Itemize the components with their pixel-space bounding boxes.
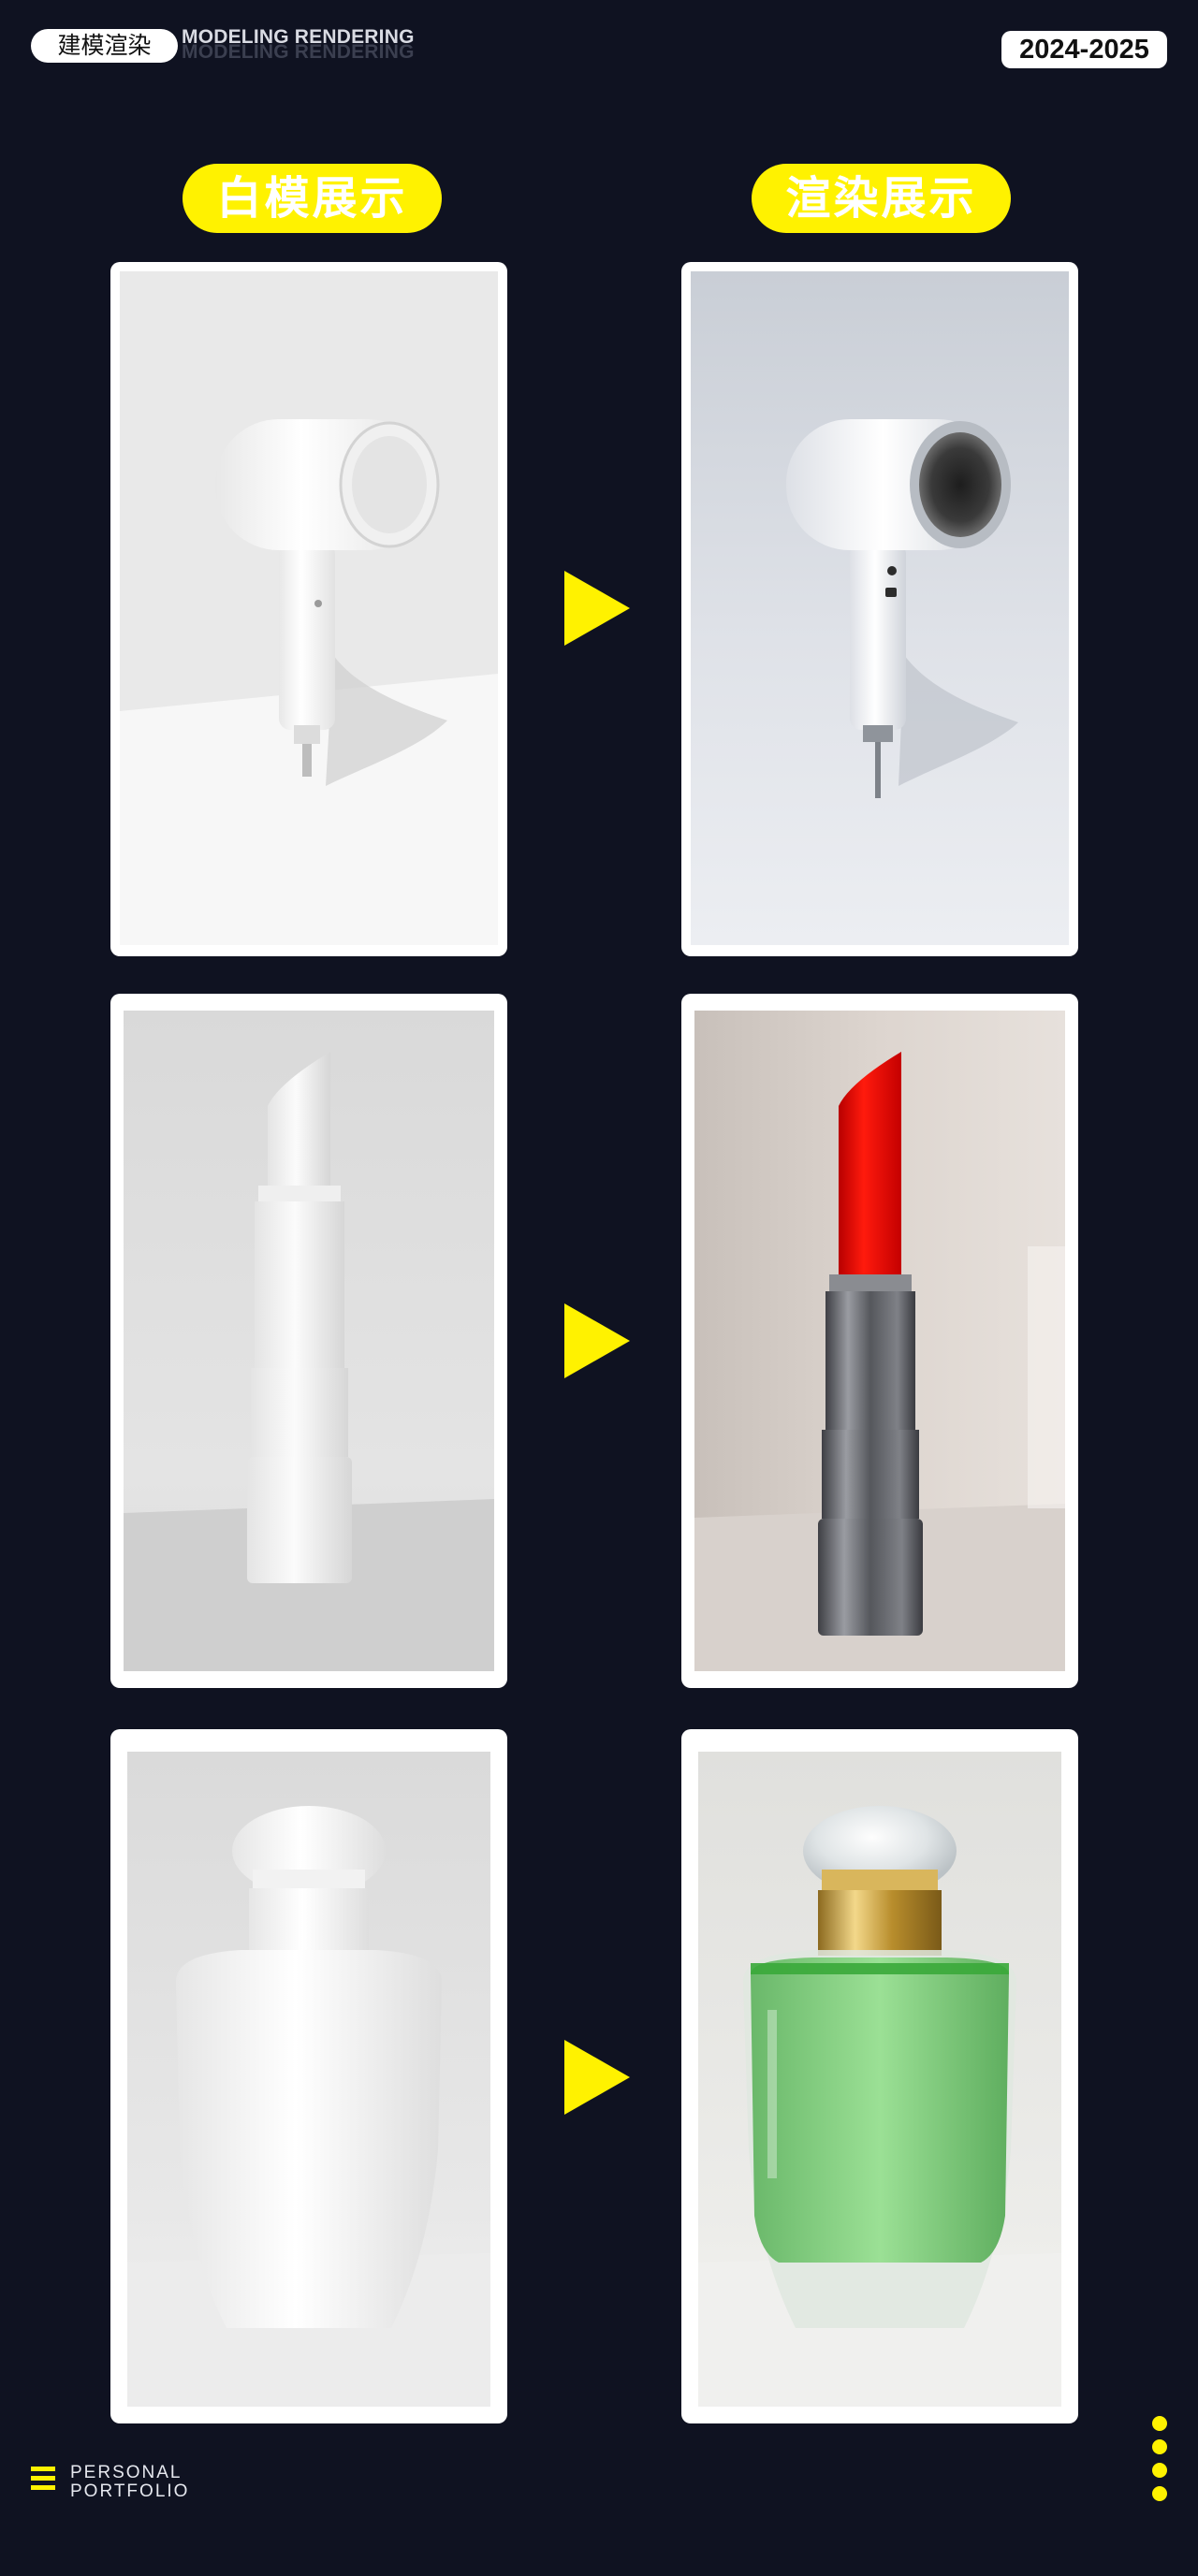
menu-lines-icon bbox=[31, 2467, 55, 2490]
white-model-title: 白模展示 bbox=[183, 164, 442, 233]
header-subtitle-shadow: MODELING RENDERING bbox=[182, 41, 415, 63]
arrow-right-icon bbox=[564, 2040, 630, 2115]
perfume-white-model bbox=[127, 1752, 490, 2407]
arrow-right-icon bbox=[564, 1303, 630, 1378]
footer-line-personal: PERSONAL bbox=[70, 2463, 183, 2482]
footer-line-portfolio: PORTFOLIO bbox=[70, 2481, 190, 2501]
white-model-card-perfume bbox=[110, 1729, 507, 2423]
hair-dryer-render bbox=[691, 271, 1069, 945]
arrow-right-icon bbox=[564, 571, 630, 646]
category-tag: 建模渲染 bbox=[31, 29, 178, 63]
white-model-card-lipstick bbox=[110, 994, 507, 1688]
perfume-render bbox=[698, 1752, 1061, 2407]
render-title: 渲染展示 bbox=[752, 164, 1011, 233]
vertical-dots-icon bbox=[1152, 2416, 1167, 2510]
hair-dryer-white-model bbox=[120, 271, 498, 945]
white-model-card-hair-dryer bbox=[110, 262, 507, 956]
render-card-lipstick bbox=[681, 994, 1078, 1688]
lipstick-white-model bbox=[124, 1011, 494, 1671]
render-card-perfume bbox=[681, 1729, 1078, 2423]
footer-label: PERSONAL PORTFOLIO bbox=[70, 2464, 189, 2501]
lipstick-render bbox=[694, 1011, 1065, 1671]
year-badge: 2024-2025 bbox=[1001, 31, 1167, 68]
render-card-hair-dryer bbox=[681, 262, 1078, 956]
